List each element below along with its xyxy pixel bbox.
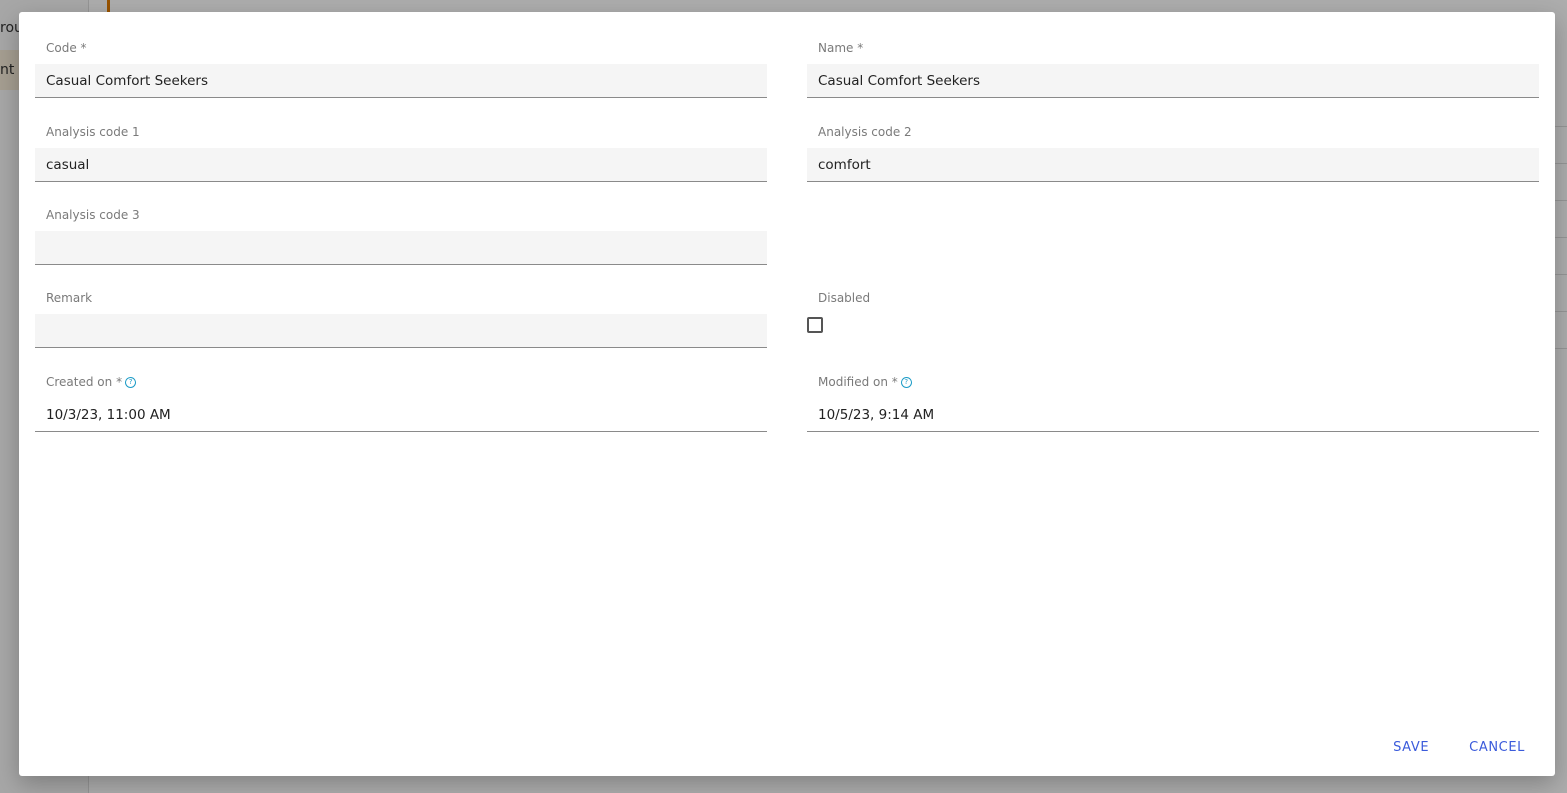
code-input[interactable]: Casual Comfort Seekers	[35, 64, 767, 98]
modified-on-label-text: Modified on *	[818, 375, 898, 389]
save-button[interactable]: SAVE	[1393, 732, 1429, 763]
analysis-code-1-label: Analysis code 1	[46, 125, 140, 139]
code-label: Code *	[46, 41, 87, 55]
help-icon[interactable]: ?	[125, 377, 137, 388]
disabled-checkbox[interactable]	[807, 317, 823, 333]
analysis-code-1-input[interactable]: casual	[35, 148, 767, 182]
help-icon[interactable]: ?	[900, 377, 912, 388]
analysis-code-3-input[interactable]	[35, 231, 767, 265]
analysis-code-2-input[interactable]: comfort	[807, 148, 1539, 182]
analysis-code-2-label: Analysis code 2	[818, 125, 912, 139]
edit-dialog: Code * Casual Comfort Seekers Name * Cas…	[19, 12, 1555, 776]
remark-input[interactable]	[35, 314, 767, 348]
created-on-label-text: Created on *	[46, 375, 123, 389]
analysis-code-3-label: Analysis code 3	[46, 208, 140, 222]
remark-label: Remark	[46, 291, 93, 305]
created-on-label: Created on *?	[46, 375, 137, 389]
disabled-label: Disabled	[818, 291, 871, 305]
modified-on-label: Modified on *?	[818, 375, 912, 389]
name-input[interactable]: Casual Comfort Seekers	[807, 64, 1539, 98]
created-on-value: 10/3/23, 11:00 AM	[35, 398, 767, 432]
cancel-button[interactable]: CANCEL	[1469, 732, 1525, 763]
modified-on-value: 10/5/23, 9:14 AM	[807, 398, 1539, 432]
dialog-actions: SAVE CANCEL	[1353, 732, 1525, 763]
name-label: Name *	[818, 41, 864, 55]
